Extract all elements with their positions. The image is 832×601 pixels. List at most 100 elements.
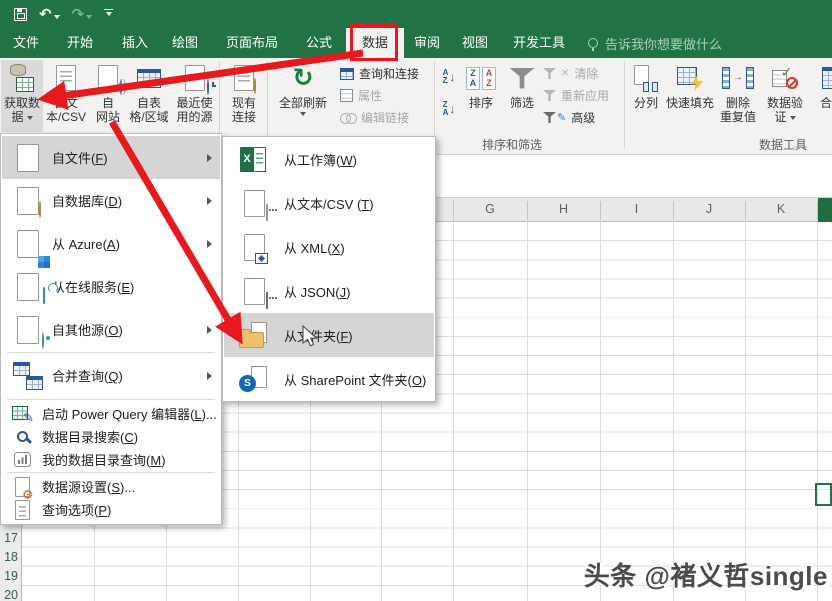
existing-connections-button[interactable]: 现有 连接 (223, 60, 265, 132)
column-header-j[interactable]: J (673, 198, 745, 221)
recent-sources-label2: 用的源 (176, 110, 212, 124)
row-header-17[interactable]: 17 (0, 529, 18, 548)
menu-item-data-catalog-search[interactable]: 数据目录搜索(C) (2, 425, 220, 448)
data-validation-button[interactable]: ✓ 数据验 证 (762, 60, 808, 132)
submenu-item-from-folder[interactable]: 从文件夹(F) (224, 313, 434, 357)
menu-item-from-other-sources[interactable]: 自其他源(O) (2, 308, 220, 351)
filter-button[interactable]: 筛选 (503, 60, 541, 132)
funnel-icon (509, 68, 535, 89)
menu-item-label: 自其他源(O) (52, 320, 220, 339)
json-icon (236, 274, 272, 308)
submenu-item-label: 从文本/CSV (T) (284, 194, 434, 213)
menu-item-from-database[interactable]: 自数据库(D) (2, 179, 220, 222)
submenu-item-from-workbook[interactable]: X 从工作簿(W) (224, 137, 434, 181)
ribbon-separator (624, 61, 625, 149)
advanced-filter-icon (543, 112, 556, 123)
data-source-settings-icon: ⚙ (12, 478, 32, 496)
tell-me-box[interactable]: 告诉我你想要做什么 (588, 28, 722, 58)
row-header-19[interactable]: 19 (0, 567, 18, 586)
submenu-item-from-xml[interactable]: 从 XML(X) (224, 225, 434, 269)
submenu-arrow-icon (207, 154, 212, 162)
sort-ascending-button[interactable]: AZ ↓ (437, 63, 461, 90)
menu-item-data-source-settings[interactable]: ⚙ 数据源设置(S)... (2, 475, 220, 498)
workbook-icon: X (236, 142, 272, 176)
web-page-icon (98, 65, 118, 91)
submenu-item-label: 从工作簿(W) (284, 150, 434, 169)
column-header-h[interactable]: H (527, 198, 600, 221)
submenu-item-from-json[interactable]: 从 JSON(J) (224, 269, 434, 313)
column-header-g[interactable]: G (453, 198, 527, 221)
advanced-filter-button[interactable]: ✎ 高级 (543, 107, 621, 128)
from-web-button[interactable]: 自 网站 (89, 60, 127, 132)
undo-caret-icon[interactable] (54, 15, 60, 19)
from-file-submenu: X 从工作簿(W) 从文本/CSV (T) 从 XML(X) 从 JSON(J)… (222, 136, 436, 402)
column-header-k[interactable]: K (745, 198, 817, 221)
menu-item-query-options[interactable]: 查询选项(P) (2, 498, 220, 521)
properties-icon (340, 89, 353, 102)
tab-formulas[interactable]: 公式 (298, 28, 340, 58)
clear-label: 清除 (574, 65, 598, 82)
column-header-i[interactable]: I (600, 198, 673, 221)
group-label-data-tools: 数据工具 (723, 136, 832, 153)
get-data-button[interactable]: 获取数 据 (1, 60, 43, 132)
tab-review[interactable]: 审阅 (406, 28, 448, 58)
submenu-item-from-sharepoint-folder[interactable]: S 从 SharePoint 文件夹(O) (224, 357, 434, 401)
text-to-columns-button[interactable]: 分列 (629, 60, 663, 132)
pencil-icon: ✎ (557, 111, 566, 124)
recent-sources-label: 最近使 (176, 96, 212, 110)
data-validation-label: 数据验 (767, 96, 803, 110)
row-header-18[interactable]: 18 (0, 548, 18, 567)
get-data-label: 获取数 (4, 96, 40, 110)
tab-developer[interactable]: 开发工具 (504, 28, 574, 58)
submenu-item-label: 从 SharePoint 文件夹(O) (284, 370, 434, 389)
menu-item-from-file[interactable]: 自文件(F) (2, 136, 220, 179)
from-table-label: 自表 (137, 96, 161, 110)
tab-insert[interactable]: 插入 (114, 28, 156, 58)
remove-duplicates-icon: → (722, 60, 754, 96)
recent-sources-button[interactable]: 最近使 用的源 (171, 60, 218, 132)
sort-button[interactable]: ZA AZ 排序 (462, 60, 500, 132)
menu-item-combine-queries[interactable]: 合并查询(Q) (2, 354, 220, 397)
tab-home[interactable]: 开始 (58, 28, 102, 58)
menu-item-from-azure[interactable]: 从 Azure(A) (2, 222, 220, 265)
globe-icon (120, 79, 122, 95)
existing-connections-icon (234, 65, 254, 91)
menu-item-launch-power-query-editor[interactable]: ✎ 启动 Power Query 编辑器(L)... (2, 402, 220, 425)
properties-label: 属性 (358, 87, 382, 104)
menu-item-my-catalog-queries[interactable]: 我的数据目录查询(M) (2, 448, 220, 471)
text-file-icon (56, 65, 76, 91)
customize-quick-access-button[interactable] (104, 9, 113, 20)
submenu-arrow-icon (207, 197, 212, 205)
edit-links-button: 编辑链接 (340, 107, 434, 128)
reapply-label: 重新应用 (561, 87, 609, 104)
annotation-highlight-box (350, 24, 398, 61)
flash-fill-button[interactable]: 快速填充 (666, 60, 714, 132)
consolidate-button[interactable]: 合并 (812, 60, 832, 132)
undo-button[interactable]: ↶ (39, 7, 60, 22)
remove-duplicates-button[interactable]: → 删除 重复值 (716, 60, 760, 132)
redo-caret-icon (86, 15, 92, 19)
row-header-20[interactable]: 20 (0, 586, 18, 601)
from-text-csv-button[interactable]: 自文 本/CSV (45, 60, 87, 132)
refresh-all-button[interactable]: ↻ 全部刷新 (271, 60, 335, 132)
sort-descending-button[interactable]: ZA ↓ (437, 95, 461, 122)
tab-page-layout[interactable]: 页面布局 (214, 28, 290, 58)
from-table-range-button[interactable]: 自表 格/区域 (128, 60, 170, 132)
flash-fill-label: 快速填充 (666, 96, 714, 110)
menu-item-from-online-services[interactable]: 从在线服务(E) (2, 265, 220, 308)
redo-button[interactable]: ↷ (72, 7, 93, 22)
tab-view[interactable]: 视图 (454, 28, 496, 58)
selected-cell[interactable] (815, 483, 832, 506)
undo-icon: ↶ (39, 7, 52, 22)
existing-connections-label: 现有 (232, 96, 256, 110)
tab-draw[interactable]: 绘图 (164, 28, 206, 58)
flash-fill-icon (677, 65, 703, 91)
selected-column-header[interactable] (818, 198, 832, 222)
queries-connections-button[interactable]: 查询和连接 (340, 63, 434, 84)
save-icon[interactable] (14, 8, 27, 21)
tab-file[interactable]: 文件 (6, 28, 46, 58)
file-icon (10, 141, 46, 175)
submenu-item-label: 从 JSON(J) (284, 282, 434, 301)
submenu-item-from-text-csv[interactable]: 从文本/CSV (T) (224, 181, 434, 225)
online-services-icon (10, 270, 46, 304)
